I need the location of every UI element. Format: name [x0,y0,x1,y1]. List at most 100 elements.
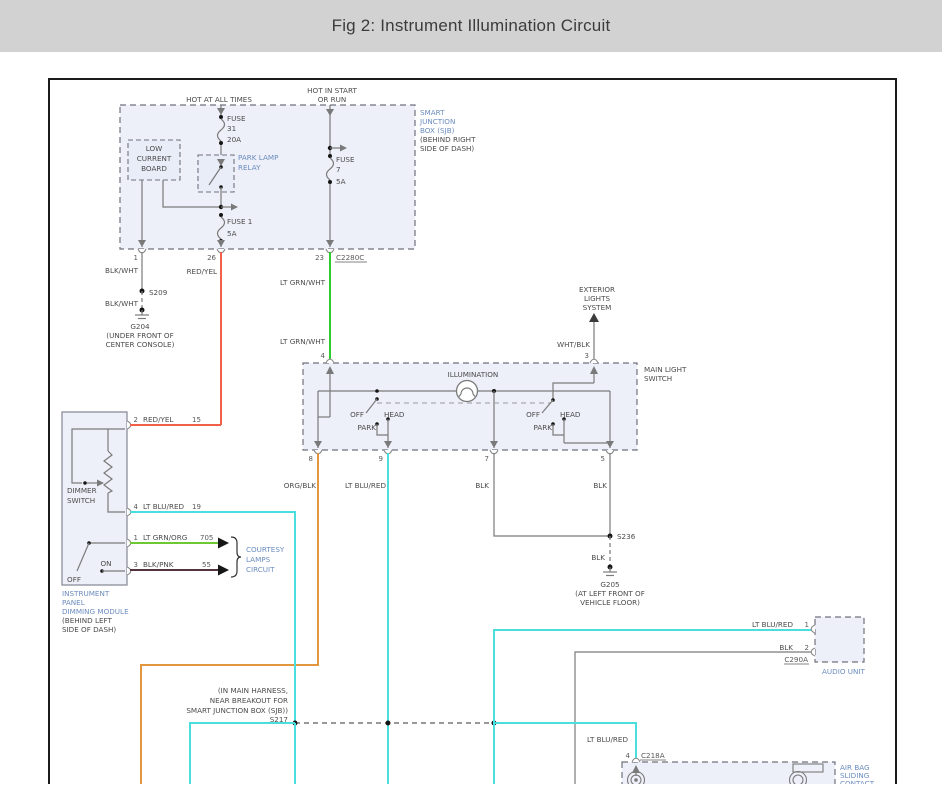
red-yel-label: RED/YEL [187,267,217,276]
lt-blu-red-label-pin9: LT BLU/RED [345,481,386,490]
g204-label: G204 [130,322,150,331]
circuit-19: 19 [192,503,201,511]
park-label-2: PARK [534,423,553,432]
g205-loc-2: VEHICLE FLOOR) [580,598,640,607]
sjb-name-1: SMART [420,108,445,117]
exterior-lights-system: EXTERIOR LIGHTS SYSTEM WHT/BLK [557,285,615,361]
park-label-1: PARK [358,423,377,432]
lcb-label-2: CURRENT [137,154,172,163]
ipdm-name-5: SIDE OF DASH) [62,625,116,634]
arrow-right-icon [218,538,229,549]
s236-label: S236 [617,532,636,541]
circuit-15: 15 [192,416,201,424]
dimmer-pin-2: 2 [134,416,138,424]
g204-loc-2: CENTER CONSOLE) [106,340,175,349]
mls-pin-5: 5 [601,455,605,463]
ext-label-3: SYSTEM [583,303,612,312]
sjb-pin-26: 26 [207,254,216,262]
arrow-up-icon [589,313,599,322]
connector-c2280c: C2280C [336,253,364,262]
fuse-terminal [328,154,332,158]
org-blk-label: ORG/BLK [284,481,317,490]
fuse31-rating: 20A [227,135,241,144]
dimmer-switch-label-1: DIMMER [67,486,97,495]
audio-box [815,617,864,662]
lt-blu-red-label-airbag: LT BLU/RED [587,735,628,744]
illumination-lamp-icon [457,381,478,402]
airbag-pin-4: 4 [626,752,631,760]
instrument-panel-dimming-module: DIMMER SWITCH OFF ON INSTRUMENT PANEL DI… [62,412,131,634]
ext-label-1: EXTERIOR [579,285,615,294]
dimmer-pin-3: 3 [134,561,138,569]
lt-grn-wht-label-1: LT GRN/WHT [280,278,326,287]
ipdm-name-4: (BEHIND LEFT [62,616,113,625]
ext-label-2: LIGHTS [584,294,610,303]
off-label-2: OFF [526,410,540,419]
blk-label-pin5: BLK [593,481,607,490]
connector-pin [326,359,334,363]
lt-blu-red-branch-left [190,723,295,784]
ipdm-name-2: PANEL [62,598,85,607]
lt-blu-red-label-pin4: LT BLU/RED [143,502,184,511]
or-run-label: OR RUN [318,95,347,104]
courtesy-label-2: LAMPS [246,555,271,564]
s217-loc-1: (IN MAIN HARNESS, [218,686,288,695]
audio-unit: LT BLU/RED 1 BLK 2 C290A AUDIO UNIT [494,617,866,784]
diagram-frame: HOT AT ALL TIMES HOT IN START OR RUN FUS… [48,78,897,784]
mls-name-1: MAIN LIGHT [644,365,687,374]
fuse31-label: FUSE [227,114,246,123]
on-label: ON [100,559,111,568]
blk-wht-label-2: BLK/WHT [105,299,139,308]
clockspring-coil-icon [634,778,638,782]
circuit-55: 55 [202,561,211,569]
blk-label-audio: BLK [779,643,793,652]
connector-pin [632,758,640,762]
smart-junction-box: HOT AT ALL TIMES HOT IN START OR RUN FUS… [120,86,476,262]
mls-pin-9: 9 [379,455,383,463]
g205-loc-1: (AT LEFT FRONT OF [575,589,645,598]
wiring-diagram: HOT AT ALL TIMES HOT IN START OR RUN FUS… [50,80,895,784]
relay-label-2: RELAY [238,163,261,172]
audio-unit-label: AUDIO UNIT [822,667,866,676]
circuit-705: 705 [200,534,213,542]
mls-pin-8: 8 [309,455,313,463]
mls-output-wires: ORG/BLK LT BLU/RED BLK BLK S236 BLK G205… [141,453,645,784]
mls-pin-4: 4 [321,352,326,360]
fuse1-rating: 5A [227,229,237,238]
wht-blk-label: WHT/BLK [557,340,590,349]
dimmer-pin-4: 4 [134,503,139,511]
hot-in-start-label: HOT IN START [307,86,357,95]
s217-splice: (IN MAIN HARNESS, NEAR BREAKOUT FOR SMAR… [186,686,496,784]
hot-at-all-times-label: HOT AT ALL TIMES [186,95,252,104]
ipdm-name-1: INSTRUMENT [62,589,110,598]
fuse7-rating: 5A [336,177,346,186]
arrow-right-icon [218,565,229,576]
courtesy-label-3: CIRCUIT [246,565,275,574]
off-label: OFF [67,575,81,584]
s217-loc-2: NEAR BREAKOUT FOR [210,696,288,705]
relay-label-1: PARK LAMP [238,153,279,162]
sjb-name-4: (BEHIND RIGHT [420,135,476,144]
lcb-label-1: LOW [146,144,163,153]
dimmer-wires: 2 RED/YEL 15 4 LT BLU/RED 19 1 LT GRN/OR… [130,415,295,723]
lt-grn-wht-label-2: LT GRN/WHT [280,337,326,346]
fuse7-label: FUSE [336,155,355,164]
fuse31-number: 31 [227,124,236,133]
fuse-terminal [219,141,223,145]
fuse-terminal [328,180,332,184]
dimmer-pin-1: 1 [134,534,138,542]
red-yel-label-pin2: RED/YEL [143,415,173,424]
lcb-label-3: BOARD [141,164,167,173]
connector-pin [811,625,815,633]
sjb-name-2: JUNCTION [419,117,455,126]
connector-pin [590,359,598,363]
g204-ground-chain: BLK/WHT S209 BLK/WHT G204 (UNDER FRONT O… [105,252,175,349]
title-bar: Fig 2: Instrument Illumination Circuit [0,0,942,52]
blk-wht-label: BLK/WHT [105,266,139,275]
fuse-terminal [219,213,223,217]
main-light-switch: MAIN LIGHT SWITCH 4 3 ILLUMINATION OFF H… [303,352,687,463]
lt-blu-red-wire-audio [494,630,813,723]
fuse-terminal [219,115,223,119]
sjb-name-5: SIDE OF DASH) [420,144,474,153]
g204-loc-1: (UNDER FRONT OF [106,331,173,340]
